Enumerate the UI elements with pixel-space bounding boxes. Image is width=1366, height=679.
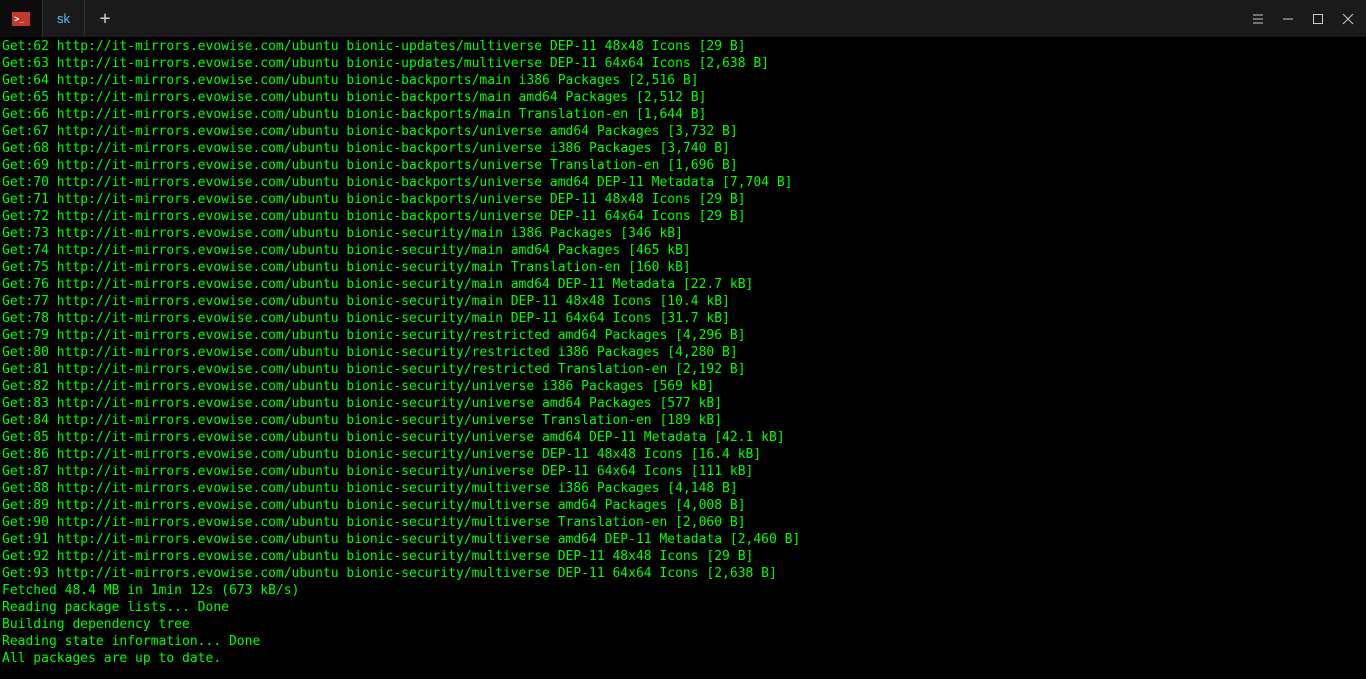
terminal-line: Get:71 http://it-mirrors.evowise.com/ubu…: [2, 191, 1364, 208]
terminal-output[interactable]: Get:62 http://it-mirrors.evowise.com/ubu…: [0, 38, 1366, 667]
terminal-line: Get:82 http://it-mirrors.evowise.com/ubu…: [2, 378, 1364, 395]
terminal-line: Get:84 http://it-mirrors.evowise.com/ubu…: [2, 412, 1364, 429]
terminal-line: Get:74 http://it-mirrors.evowise.com/ubu…: [2, 242, 1364, 259]
minimize-icon: [1282, 13, 1294, 25]
terminal-line: Get:81 http://it-mirrors.evowise.com/ubu…: [2, 361, 1364, 378]
maximize-icon: [1312, 13, 1324, 25]
terminal-line: Get:66 http://it-mirrors.evowise.com/ubu…: [2, 106, 1364, 123]
terminal-line: Get:86 http://it-mirrors.evowise.com/ubu…: [2, 446, 1364, 463]
terminal-line: All packages are up to date.: [2, 650, 1364, 667]
close-icon: [1342, 13, 1354, 25]
terminal-line: Get:87 http://it-mirrors.evowise.com/ubu…: [2, 463, 1364, 480]
plus-icon: +: [100, 8, 111, 29]
terminal-line: Get:63 http://it-mirrors.evowise.com/ubu…: [2, 55, 1364, 72]
tab-label: sk: [57, 11, 70, 26]
window-controls: [1244, 0, 1366, 37]
terminal-line: Get:62 http://it-mirrors.evowise.com/ubu…: [2, 38, 1364, 55]
terminal-line: Get:83 http://it-mirrors.evowise.com/ubu…: [2, 395, 1364, 412]
menu-button[interactable]: [1244, 0, 1272, 38]
hamburger-icon: [1252, 13, 1264, 25]
terminal-line: Get:76 http://it-mirrors.evowise.com/ubu…: [2, 276, 1364, 293]
new-tab-button[interactable]: +: [85, 0, 125, 37]
terminal-line: Get:69 http://it-mirrors.evowise.com/ubu…: [2, 157, 1364, 174]
tab-terminal-icon[interactable]: [0, 0, 43, 37]
terminal-line: Get:65 http://it-mirrors.evowise.com/ubu…: [2, 89, 1364, 106]
terminal-line: Get:79 http://it-mirrors.evowise.com/ubu…: [2, 327, 1364, 344]
terminal-line: Get:67 http://it-mirrors.evowise.com/ubu…: [2, 123, 1364, 140]
terminal-line: Reading package lists... Done: [2, 599, 1364, 616]
minimize-button[interactable]: [1274, 0, 1302, 38]
terminal-line: Get:88 http://it-mirrors.evowise.com/ubu…: [2, 480, 1364, 497]
terminal-line: Reading state information... Done: [2, 633, 1364, 650]
terminal-line: Get:75 http://it-mirrors.evowise.com/ubu…: [2, 259, 1364, 276]
terminal-line: Get:80 http://it-mirrors.evowise.com/ubu…: [2, 344, 1364, 361]
terminal-line: Get:93 http://it-mirrors.evowise.com/ubu…: [2, 565, 1364, 582]
terminal-line: Get:89 http://it-mirrors.evowise.com/ubu…: [2, 497, 1364, 514]
terminal-line: Get:90 http://it-mirrors.evowise.com/ubu…: [2, 514, 1364, 531]
terminal-line: Get:78 http://it-mirrors.evowise.com/ubu…: [2, 310, 1364, 327]
maximize-button[interactable]: [1304, 0, 1332, 38]
titlebar: sk +: [0, 0, 1366, 38]
terminal-line: Get:92 http://it-mirrors.evowise.com/ubu…: [2, 548, 1364, 565]
terminal-line: Get:91 http://it-mirrors.evowise.com/ubu…: [2, 531, 1364, 548]
terminal-line: Get:70 http://it-mirrors.evowise.com/ubu…: [2, 174, 1364, 191]
terminal-line: Building dependency tree: [2, 616, 1364, 633]
terminal-line: Fetched 48.4 MB in 1min 12s (673 kB/s): [2, 582, 1364, 599]
terminal-icon: [12, 12, 30, 26]
terminal-line: Get:73 http://it-mirrors.evowise.com/ubu…: [2, 225, 1364, 242]
terminal-line: Get:68 http://it-mirrors.evowise.com/ubu…: [2, 140, 1364, 157]
terminal-line: Get:77 http://it-mirrors.evowise.com/ubu…: [2, 293, 1364, 310]
terminal-line: Get:64 http://it-mirrors.evowise.com/ubu…: [2, 72, 1364, 89]
titlebar-spacer: [125, 0, 1244, 37]
terminal-line: Get:72 http://it-mirrors.evowise.com/ubu…: [2, 208, 1364, 225]
terminal-line: Get:85 http://it-mirrors.evowise.com/ubu…: [2, 429, 1364, 446]
tab-sk[interactable]: sk: [43, 0, 85, 37]
close-button[interactable]: [1334, 0, 1362, 38]
